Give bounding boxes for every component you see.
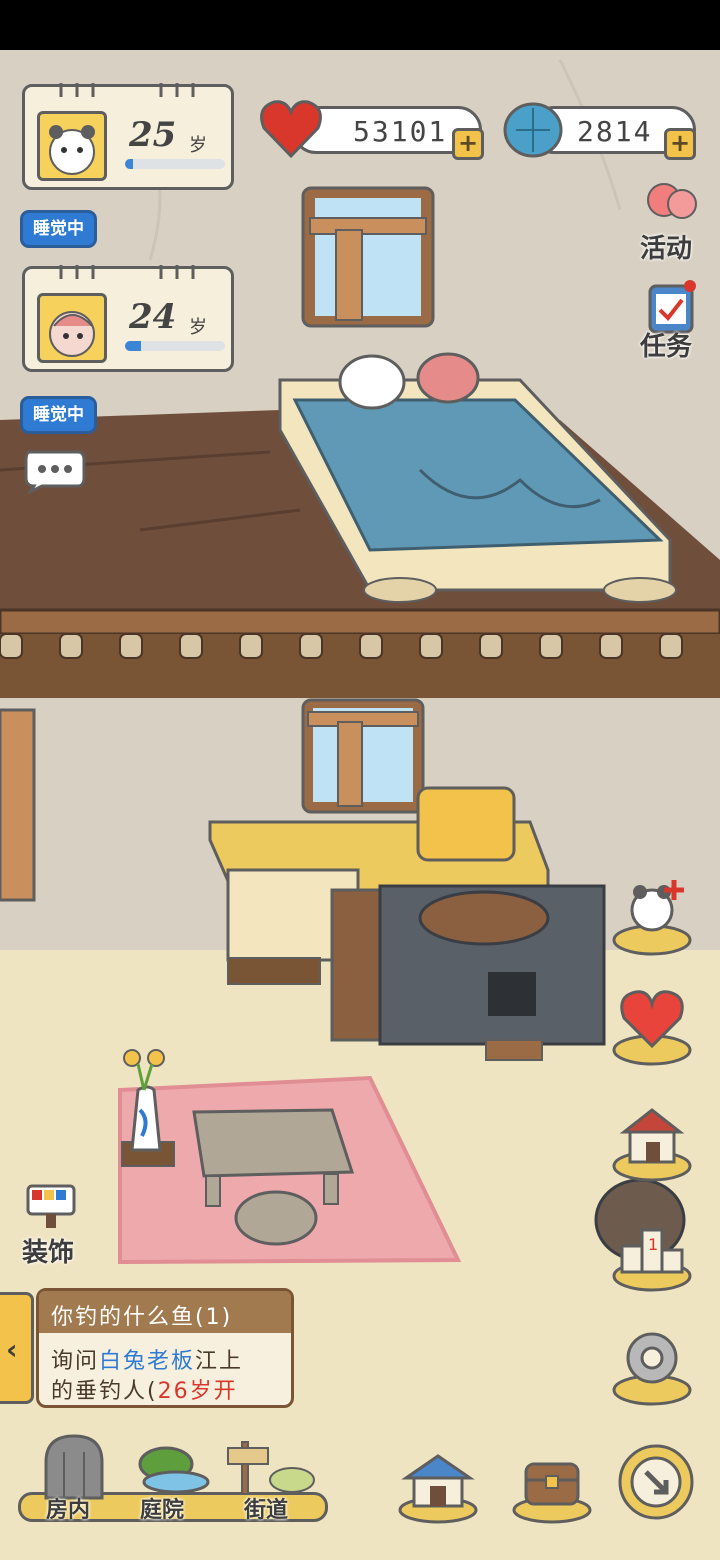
pet-age: 24 [129,297,177,337]
lower-window [301,698,425,814]
decorate-label[interactable]: 装饰 [22,1232,74,1269]
hedgehog-avatar [37,293,107,363]
nav-yard[interactable]: 庭院 [140,1492,184,1524]
pet-card-hedgehog[interactable]: 24 岁 [22,265,234,372]
yard-pond-icon[interactable] [126,1440,212,1494]
house-button-icon[interactable] [612,1098,692,1182]
heart-count: 53101 [353,115,448,148]
pet-growth-fill [125,159,133,169]
chat-bubble-icon[interactable] [22,446,86,496]
gear-icon[interactable] [612,1322,692,1406]
pet-growth-bar [125,159,225,169]
quest-line-2: 的垂钓人(26岁开 [51,1373,238,1405]
pet-age-unit: 岁 [189,317,207,338]
chevron-left-icon: ‹ [6,1333,18,1366]
add-shells-button[interactable]: + [664,128,696,160]
quest-unlock-age: 26岁开 [157,1379,238,1404]
home-icon[interactable] [398,1450,478,1524]
pet-age: 25 [129,115,177,155]
activity-label[interactable]: 活动 [640,228,692,265]
balloon-icon[interactable] [642,180,702,230]
quest-line-1: 询问白兔老板江上 [51,1343,243,1375]
notebook-rings [59,265,195,279]
heart-button-icon[interactable] [612,984,692,1066]
upper-window [301,186,435,328]
street-sign-icon[interactable] [222,1440,318,1496]
tasks-label[interactable]: 任务 [640,326,692,363]
panda-add-icon[interactable] [612,870,692,956]
pet-growth-fill [125,341,141,351]
quest-title: 你钓的什么鱼(1) [51,1305,233,1330]
nav-room[interactable]: 房内 [46,1492,90,1524]
quest-panel[interactable]: 你钓的什么鱼(1) 询问白兔老板江上 的垂钓人(26岁开 [36,1288,294,1408]
quest-collapse-tab[interactable]: ‹ [0,1292,34,1404]
paint-icon[interactable] [26,1184,76,1230]
compass-icon[interactable] [616,1440,696,1524]
pet-age-unit: 岁 [189,135,207,156]
quest-line-1-suffix: 江上 [195,1349,244,1374]
quest-line-2-prefix: 的垂钓人( [51,1379,158,1404]
pet-growth-bar [125,341,225,351]
quest-npc-name: 白兔老板 [99,1349,196,1374]
shell-icon [502,100,564,160]
chest-icon[interactable] [512,1450,592,1524]
pet-status-badge: 睡觉中 [20,396,97,434]
nav-street[interactable]: 街道 [244,1492,288,1524]
pet-status-badge: 睡觉中 [20,210,97,248]
notebook-rings [59,83,195,97]
quest-line-1-prefix: 询问 [51,1349,100,1374]
shell-count: 2814 [577,115,653,148]
heart-icon [258,98,324,160]
podium-icon[interactable]: 1 [612,1210,692,1292]
add-hearts-button[interactable]: + [452,128,484,160]
pet-card-panda[interactable]: 25 岁 [22,83,234,190]
svg-text:1: 1 [648,1235,658,1254]
room-door-icon[interactable] [40,1432,108,1500]
panda-avatar [37,111,107,181]
